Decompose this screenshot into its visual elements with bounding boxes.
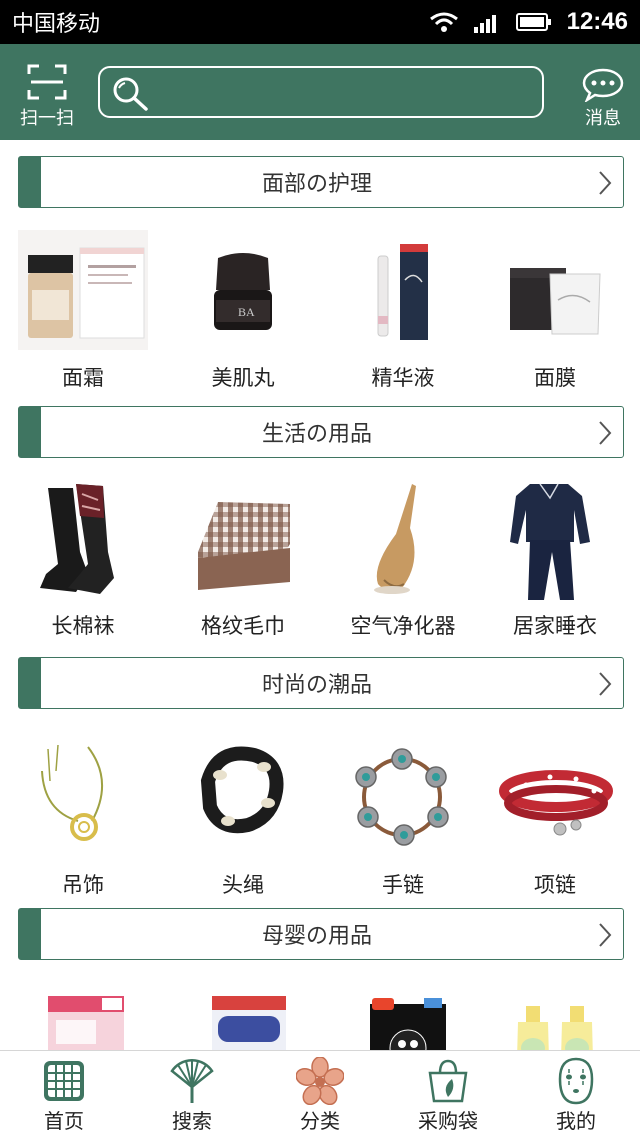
section-header-fashion[interactable]: 时尚の潮品 bbox=[18, 657, 624, 709]
chevron-right-icon bbox=[599, 421, 612, 445]
tab-label: 分类 bbox=[300, 1109, 340, 1133]
chevron-right-icon bbox=[599, 171, 612, 195]
baby-product-box-image bbox=[18, 986, 148, 1050]
tab-label: 采购袋 bbox=[418, 1109, 478, 1133]
tab-cart[interactable]: 采购袋 bbox=[384, 1051, 512, 1136]
bottom-tab-bar: 首页 搜索 分类 采购袋 我的 bbox=[0, 1050, 640, 1136]
pajamas-image bbox=[490, 482, 620, 602]
face-mask-pack-image bbox=[490, 230, 620, 350]
search-input[interactable] bbox=[160, 74, 530, 110]
scan-button[interactable]: 扫一扫 bbox=[12, 64, 82, 132]
carrier-name: 中国移动 bbox=[12, 12, 101, 37]
battery-icon bbox=[515, 13, 551, 31]
shopping-bag-icon bbox=[428, 1059, 468, 1103]
section-header-face-care[interactable]: 面部の护理 bbox=[18, 156, 624, 208]
section-title: 时尚の潮品 bbox=[261, 673, 372, 698]
category-content: 面部の护理 面霜 BA 美肌丸 精华液 面膜 生活の用品 长棉袜 格纹毛巾 空气… bbox=[0, 140, 640, 1050]
fan-icon bbox=[170, 1059, 214, 1103]
messages-button[interactable]: 消息 bbox=[576, 68, 630, 136]
product-name: 头绳 bbox=[222, 873, 264, 897]
scan-icon bbox=[27, 64, 67, 100]
baby-product-pack-image bbox=[178, 986, 308, 1050]
messages-label: 消息 bbox=[585, 108, 621, 129]
top-header: 扫一扫 消息 bbox=[0, 44, 640, 140]
tab-label: 搜索 bbox=[172, 1109, 212, 1133]
section-accent-bar bbox=[19, 407, 41, 457]
section-header-mother-baby[interactable]: 母婴の用品 bbox=[18, 908, 624, 960]
product-name: 美肌丸 bbox=[211, 366, 275, 390]
tab-profile[interactable]: 我的 bbox=[512, 1051, 640, 1136]
section-title: 生活の用品 bbox=[261, 422, 372, 447]
product-name: 项链 bbox=[534, 873, 576, 897]
scan-label: 扫一扫 bbox=[20, 108, 74, 129]
home-grid-icon bbox=[44, 1061, 84, 1101]
product-name: 手链 bbox=[382, 873, 424, 897]
product-name: 长棉袜 bbox=[51, 614, 115, 638]
lingerie-soap-bottles-image bbox=[490, 986, 620, 1050]
hair-tie-image bbox=[178, 741, 308, 861]
mask-face-icon bbox=[558, 1057, 594, 1105]
chat-bubble-icon bbox=[582, 68, 624, 102]
signal-icon bbox=[473, 15, 496, 33]
kumamon-box-image bbox=[338, 986, 468, 1050]
tab-home[interactable]: 首页 bbox=[0, 1051, 128, 1136]
tab-label: 我的 bbox=[556, 1109, 596, 1133]
section-accent-bar bbox=[19, 157, 41, 207]
bracelet-image bbox=[338, 741, 468, 861]
product-name: 吊饰 bbox=[62, 873, 104, 897]
section-title: 母婴の用品 bbox=[261, 924, 372, 949]
status-time: 12:46 bbox=[566, 8, 628, 35]
wifi-icon bbox=[429, 12, 458, 32]
beauty-pill-jar-image: BA bbox=[178, 230, 308, 350]
product-name: 格纹毛巾 bbox=[201, 614, 285, 638]
product-name: 面膜 bbox=[534, 366, 576, 390]
section-title: 面部の护理 bbox=[261, 172, 372, 197]
svg-text:BA: BA bbox=[238, 305, 255, 319]
pendant-image bbox=[18, 741, 148, 861]
tab-search[interactable]: 搜索 bbox=[128, 1051, 256, 1136]
status-bar: 中国移动 12:46 bbox=[0, 0, 640, 44]
essence-bottle-image bbox=[338, 230, 468, 350]
product-name: 空气净化器 bbox=[350, 614, 456, 638]
air-purifier-image bbox=[338, 482, 468, 602]
sakura-icon bbox=[296, 1057, 344, 1105]
plaid-towel-image bbox=[178, 482, 308, 602]
tab-label: 首页 bbox=[44, 1109, 84, 1133]
section-accent-bar bbox=[19, 909, 41, 959]
section-accent-bar bbox=[19, 658, 41, 708]
foundation-cream-image bbox=[18, 230, 148, 350]
product-name: 居家睡衣 bbox=[513, 614, 597, 638]
product-name: 面霜 bbox=[62, 366, 104, 390]
long-socks-image bbox=[18, 482, 148, 602]
tab-category[interactable]: 分类 bbox=[256, 1051, 384, 1136]
chevron-right-icon bbox=[599, 923, 612, 947]
section-header-living-goods[interactable]: 生活の用品 bbox=[18, 406, 624, 458]
chevron-right-icon bbox=[599, 672, 612, 696]
product-name: 精华液 bbox=[371, 366, 435, 390]
search-box[interactable] bbox=[98, 66, 544, 118]
search-icon bbox=[113, 77, 148, 111]
necklace-image bbox=[490, 741, 620, 861]
